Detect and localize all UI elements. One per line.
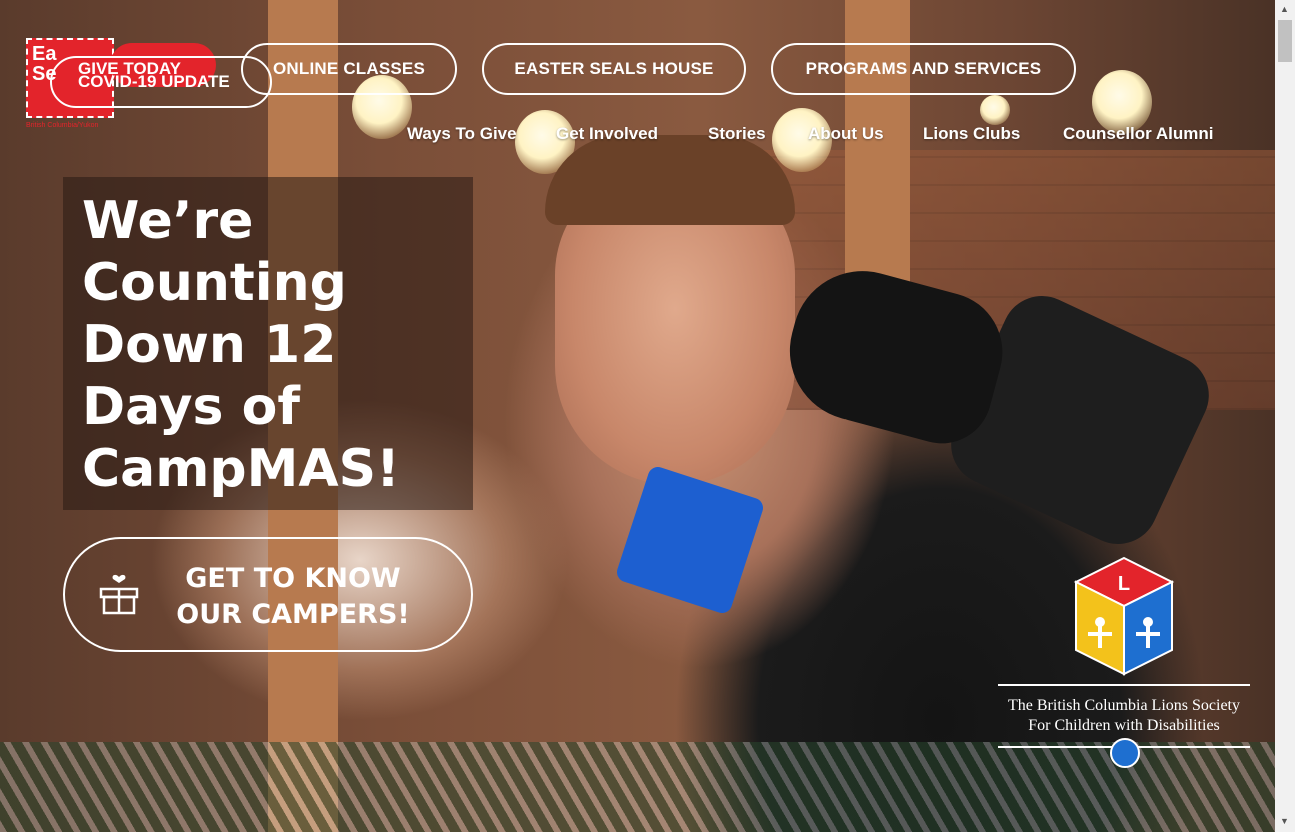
easter-seals-house-button[interactable]: EASTER SEALS HOUSE <box>482 43 746 95</box>
nav-ways-to-give[interactable]: Ways To Give <box>407 124 517 144</box>
programs-services-button[interactable]: PROGRAMS AND SERVICES <box>771 43 1076 95</box>
lions-block-icon: L <box>1073 556 1175 676</box>
blue-scarf <box>614 464 766 616</box>
scroll-up-icon[interactable]: ▲ <box>1280 4 1289 14</box>
lions-emblem-icon <box>1110 738 1140 768</box>
scrollbar[interactable]: ▲ ▼ <box>1275 0 1295 832</box>
nav-get-involved[interactable]: Get Involved <box>556 124 658 144</box>
light-bulb <box>980 95 1010 125</box>
svg-text:L: L <box>1118 573 1130 595</box>
nav-stories[interactable]: Stories <box>708 124 766 144</box>
scrollbar-thumb[interactable] <box>1278 20 1292 62</box>
lions-line2: For Children with Disabilities <box>1028 717 1220 734</box>
covid-update-label: COVID-19 UPDATE <box>78 72 230 91</box>
person-hair <box>545 135 795 225</box>
lions-society-logo[interactable]: L The British Columbia Lions Society For… <box>998 556 1250 776</box>
nav-counsellor-alumni[interactable]: Counsellor Alumni <box>1063 124 1214 144</box>
hero-headline: We’re Counting Down 12 Days of CampMAS! <box>82 191 400 499</box>
nav-about-us[interactable]: About Us <box>808 124 884 144</box>
logo-subtitle: British Columbia/Yukon <box>26 122 99 129</box>
scroll-down-icon[interactable]: ▼ <box>1280 816 1289 826</box>
lions-line1: The British Columbia Lions Society <box>1008 697 1240 714</box>
online-classes-button[interactable]: ONLINE CLASSES <box>241 43 457 95</box>
cta-label: GET TO KNOW OUR CAMPERS! <box>176 563 410 630</box>
get-to-know-campers-button[interactable]: GET TO KNOW OUR CAMPERS! <box>63 537 473 652</box>
nav-lions-clubs[interactable]: Lions Clubs <box>923 124 1020 144</box>
gift-box-icon <box>99 574 139 615</box>
